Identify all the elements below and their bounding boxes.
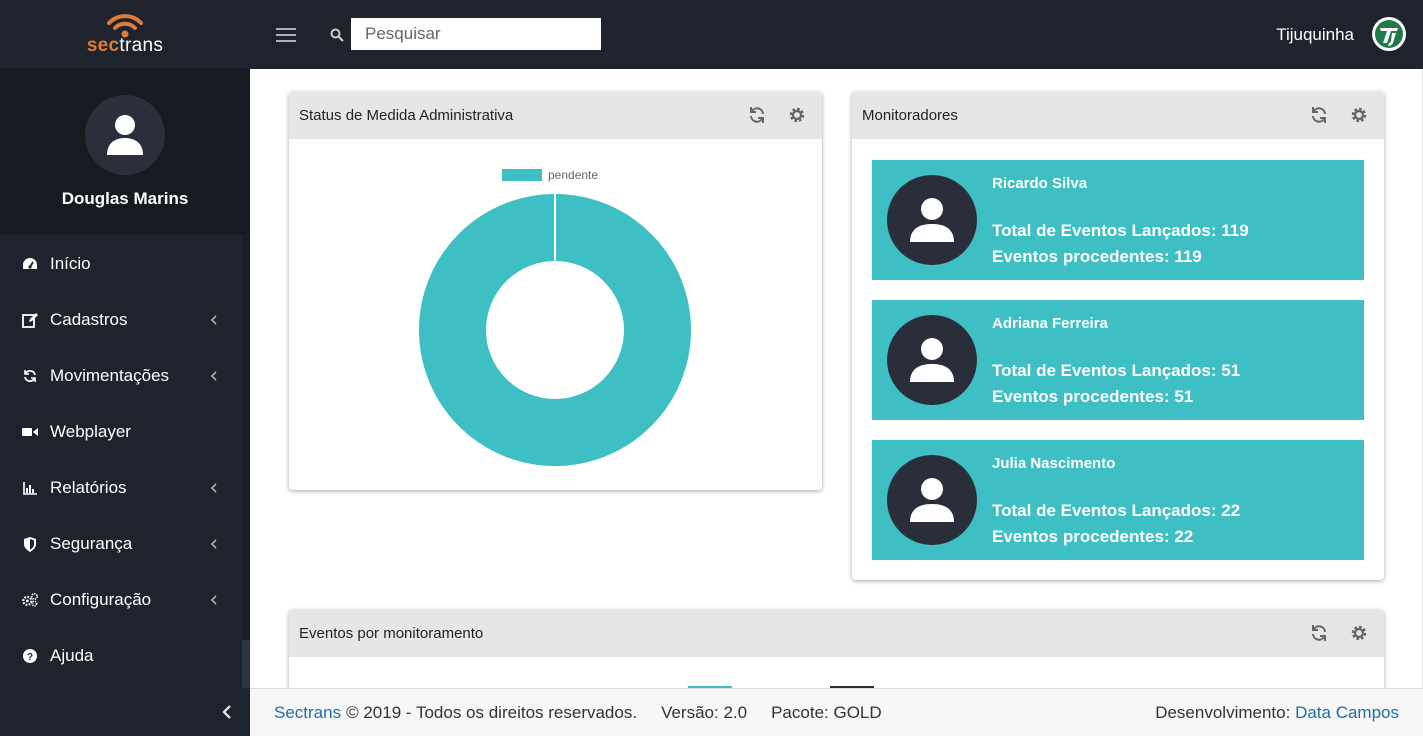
main-content: Status de Medida Administrativa pendente… [250,69,1423,688]
hamburger-menu-icon[interactable] [276,27,296,43]
sidebar-item-label: Cadastros [50,310,128,329]
footer-copyright: © 2019 - Todos os direitos reservados. [346,702,638,722]
gear-icon[interactable] [1350,106,1368,124]
monitor-total-events: Total de Eventos Lançados: 119 [992,221,1249,240]
monitor-total-events: Total de Eventos Lançados: 22 [992,501,1241,520]
footer-dev-link[interactable]: Data Campos [1295,703,1399,722]
dashboard-icon [22,256,38,272]
question-circle-icon: ? [22,648,38,664]
sidebar-collapse-button[interactable] [0,688,250,736]
card-title: Monitoradores [862,107,958,124]
sidebar-item-label: Webplayer [50,422,131,441]
shield-icon [22,536,38,552]
user-icon [910,478,954,522]
avatar [887,455,977,545]
profile-name: Douglas Marins [61,189,189,208]
search-icon [330,28,344,42]
card-title: Status de Medida Administrativa [299,107,514,124]
footer-developer: Desenvolvimento: Data Campos [1155,703,1399,723]
video-camera-icon [22,424,38,440]
chevron-left-icon [210,371,217,381]
user-icon [107,115,143,155]
brand-logo[interactable]: sectrans [0,0,250,69]
sidebar-item-webplayer[interactable]: Webplayer [0,404,242,460]
chevron-left-icon [222,705,231,719]
sidebar-scrollbar-thumb[interactable] [242,640,250,688]
refresh-icon[interactable] [1310,106,1328,124]
footer-version: Versão: 2.0 [661,702,748,722]
sidebar-item-label: Relatórios [50,478,127,497]
avatar [85,95,165,175]
company-logo-icon[interactable] [1371,16,1407,52]
gear-icon[interactable] [788,106,806,124]
monitor-card[interactable]: Adriana Ferreira Total de Eventos Lançad… [872,300,1364,420]
monitor-valid-events: Eventos procedentes: 119 [992,247,1202,266]
brand-name: sectrans [86,35,164,56]
sidebar-item-label: Movimentações [50,366,170,385]
sidebar: sectrans Douglas Marins Início Cadastros [0,0,250,736]
monitor-name: Julia Nascimento [992,455,1116,472]
search-input[interactable] [351,18,601,50]
monitor-valid-events: Eventos procedentes: 22 [992,527,1194,546]
sidebar-item-label: Segurança [50,534,133,553]
card-tools [748,106,806,124]
avatar [887,315,977,405]
sidebar-item-relatorios[interactable]: Relatórios [0,460,242,516]
cogs-icon [22,592,38,608]
top-navbar: Tijuquinha [250,0,1423,69]
card-header: Status de Medida Administrativa [289,92,822,139]
refresh-icon[interactable] [748,106,766,124]
monitor-card[interactable]: Julia Nascimento Total de Eventos Lançad… [872,440,1364,560]
card-header: Eventos por monitoramento [289,610,1384,657]
sidebar-item-ajuda[interactable]: ? Ajuda [0,628,242,684]
user-name[interactable]: Tijuquinha [1276,25,1354,45]
sidebar-item-label: Ajuda [50,646,94,665]
sidebar-item-configuracao[interactable]: Configuração [0,572,242,628]
donut-chart [419,194,691,466]
chevron-left-icon [210,539,217,549]
sidebar-item-cadastros[interactable]: Cadastros [0,292,242,348]
chevron-left-icon [210,595,217,605]
footer-brand-link[interactable]: Sectrans [274,703,341,723]
sidebar-item-seguranca[interactable]: Segurança [0,516,242,572]
sidebar-menu: Início Cadastros Movimentações Webplayer [0,236,242,684]
footer-package: Pacote: GOLD [771,702,882,722]
monitor-name: Ricardo Silva [992,175,1088,192]
bar-chart-icon [22,480,38,496]
status-medida-card: Status de Medida Administrativa pendente [289,92,822,490]
monitor-valid-events: Eventos procedentes: 51 [992,387,1194,406]
sidebar-item-movimentacoes[interactable]: Movimentações [0,348,242,404]
gear-icon[interactable] [1350,624,1368,642]
monitoradores-card: Monitoradores Ricardo Silva Total de Eve… [852,92,1384,580]
eventos-monitoramento-card: Eventos por monitoramento [289,610,1384,688]
monitor-card[interactable]: Ricardo Silva Total de Eventos Lançados:… [872,160,1364,280]
footer-dev-label: Desenvolvimento: [1155,703,1291,722]
user-profile: Douglas Marins [0,69,250,235]
card-tools [1310,624,1368,642]
sidebar-item-label: Início [50,254,91,273]
sidebar-item-label: Configuração [50,590,152,609]
card-header: Monitoradores [852,92,1384,139]
footer: Sectrans © 2019 - Todos os direitos rese… [250,688,1423,736]
user-icon [910,338,954,382]
sidebar-item-inicio[interactable]: Início [0,236,242,292]
monitor-total-events: Total de Eventos Lançados: 51 [992,361,1241,380]
edit-icon [22,312,38,328]
chevron-left-icon [210,483,217,493]
monitor-name: Adriana Ferreira [992,315,1108,332]
svg-text:?: ? [27,652,33,663]
user-icon [910,198,954,242]
card-title: Eventos por monitoramento [299,625,484,642]
sidebar-scrollbar[interactable] [242,236,250,688]
refresh-icon[interactable] [1310,624,1328,642]
avatar [887,175,977,265]
chevron-left-icon [210,315,217,325]
refresh-icon [22,368,38,384]
card-tools [1310,106,1368,124]
